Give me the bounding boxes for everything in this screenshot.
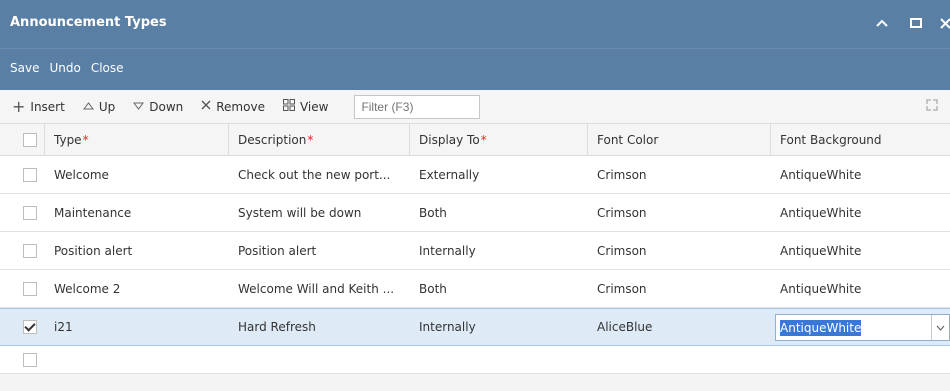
title-bar: Announcement Types <box>0 0 950 48</box>
plus-icon: + <box>12 96 26 116</box>
cell-display-to[interactable]: Externally <box>410 156 588 193</box>
table-row-selected[interactable]: i21 Hard Refresh Internally AliceBlue An… <box>0 308 950 346</box>
announcement-types-window: Announcement Types Save Undo Close + Ins… <box>0 0 950 391</box>
cell-description[interactable]: Check out the new port... <box>229 156 410 193</box>
font-background-editor[interactable]: AntiqueWhite <box>775 314 950 341</box>
row-checkbox-checked[interactable] <box>23 320 37 334</box>
row-checkbox[interactable] <box>23 243 37 258</box>
window-title: Announcement Types <box>10 15 167 30</box>
cell-display-to[interactable]: Internally <box>410 232 588 269</box>
cell-type[interactable]: Welcome 2 <box>45 270 229 307</box>
table-row[interactable]: Maintenance System will be down Both Cri… <box>0 194 950 232</box>
required-marker: * <box>307 132 314 147</box>
cell-font-color[interactable]: Crimson <box>588 156 771 193</box>
cell-font-color[interactable]: Crimson <box>588 270 771 307</box>
table-row[interactable]: Position alert Position alert Internally… <box>0 232 950 270</box>
cell-display-to[interactable]: Both <box>410 270 588 307</box>
up-button[interactable]: Up <box>82 99 116 114</box>
window-controls <box>872 10 950 36</box>
menu-bar: Save Undo Close <box>0 48 950 90</box>
row-checkbox[interactable] <box>23 281 37 296</box>
expand-icon[interactable] <box>926 99 938 113</box>
column-header-description[interactable]: Description * <box>229 124 410 155</box>
down-label: Down <box>149 99 184 114</box>
view-label: View <box>299 99 329 114</box>
grid-toolbar: + Insert Up Down Remove View <box>0 90 950 124</box>
cell-description[interactable]: System will be down <box>229 194 410 231</box>
column-header-display-to[interactable]: Display To * <box>410 124 588 155</box>
table-row[interactable]: Welcome 2 Welcome Will and Keith ... Bot… <box>0 270 950 308</box>
x-icon <box>201 99 211 114</box>
filter-input[interactable] <box>354 94 481 119</box>
close-button[interactable]: Close <box>91 61 124 75</box>
required-marker: * <box>480 132 487 147</box>
cell-font-color[interactable]: Crimson <box>588 232 771 269</box>
row-checkbox[interactable] <box>23 205 37 220</box>
cell-type[interactable]: i21 <box>45 309 229 345</box>
select-all-cell <box>0 124 45 155</box>
grid-view-icon <box>282 98 295 115</box>
chevron-down-icon[interactable] <box>931 315 949 340</box>
column-header-type[interactable]: Type * <box>45 124 229 155</box>
triangle-up-icon <box>82 99 94 114</box>
undo-button[interactable]: Undo <box>49 61 80 75</box>
cell-font-color[interactable]: AliceBlue <box>588 309 771 345</box>
announcement-types-grid: Type * Description * Display To * Font Colo… <box>0 124 950 374</box>
up-label: Up <box>98 99 116 114</box>
cell-display-to[interactable]: Both <box>410 194 588 231</box>
cell-description[interactable]: Welcome Will and Keith ... <box>229 270 410 307</box>
save-button[interactable]: Save <box>10 61 39 75</box>
insert-button[interactable]: + Insert <box>12 96 65 116</box>
cell-font-background[interactable]: AntiqueWhite <box>771 194 950 231</box>
cell-font-color[interactable]: Crimson <box>588 194 771 231</box>
cell-description[interactable]: Hard Refresh <box>229 309 410 345</box>
required-marker: * <box>82 132 89 147</box>
column-header-font-color[interactable]: Font Color <box>588 124 771 155</box>
remove-label: Remove <box>216 99 265 114</box>
row-checkbox[interactable] <box>23 352 37 367</box>
triangle-down-icon <box>133 99 145 114</box>
maximize-icon[interactable] <box>906 13 926 33</box>
column-header-font-background[interactable]: Font Background <box>771 124 950 155</box>
view-button[interactable]: View <box>282 98 329 115</box>
select-all-checkbox[interactable] <box>23 132 37 147</box>
remove-button[interactable]: Remove <box>201 99 265 114</box>
cell-description[interactable]: Position alert <box>229 232 410 269</box>
grid-header-row: Type * Description * Display To * Font Colo… <box>0 124 950 156</box>
cell-type[interactable]: Position alert <box>45 232 229 269</box>
minimize-icon[interactable] <box>872 13 892 33</box>
cell-font-background[interactable]: AntiqueWhite <box>771 270 950 307</box>
table-row[interactable]: Welcome Check out the new port... Extern… <box>0 156 950 194</box>
row-checkbox[interactable] <box>23 167 37 182</box>
new-row[interactable] <box>0 346 950 374</box>
insert-label: Insert <box>30 99 65 114</box>
cell-font-background[interactable]: AntiqueWhite <box>771 156 950 193</box>
font-background-editor-value[interactable]: AntiqueWhite <box>780 319 862 336</box>
cell-type[interactable]: Maintenance <box>45 194 229 231</box>
cell-display-to[interactable]: Internally <box>410 309 588 345</box>
cell-font-background[interactable]: AntiqueWhite <box>771 232 950 269</box>
cell-type[interactable]: Welcome <box>45 156 229 193</box>
down-button[interactable]: Down <box>133 99 183 114</box>
close-icon[interactable] <box>940 13 950 33</box>
